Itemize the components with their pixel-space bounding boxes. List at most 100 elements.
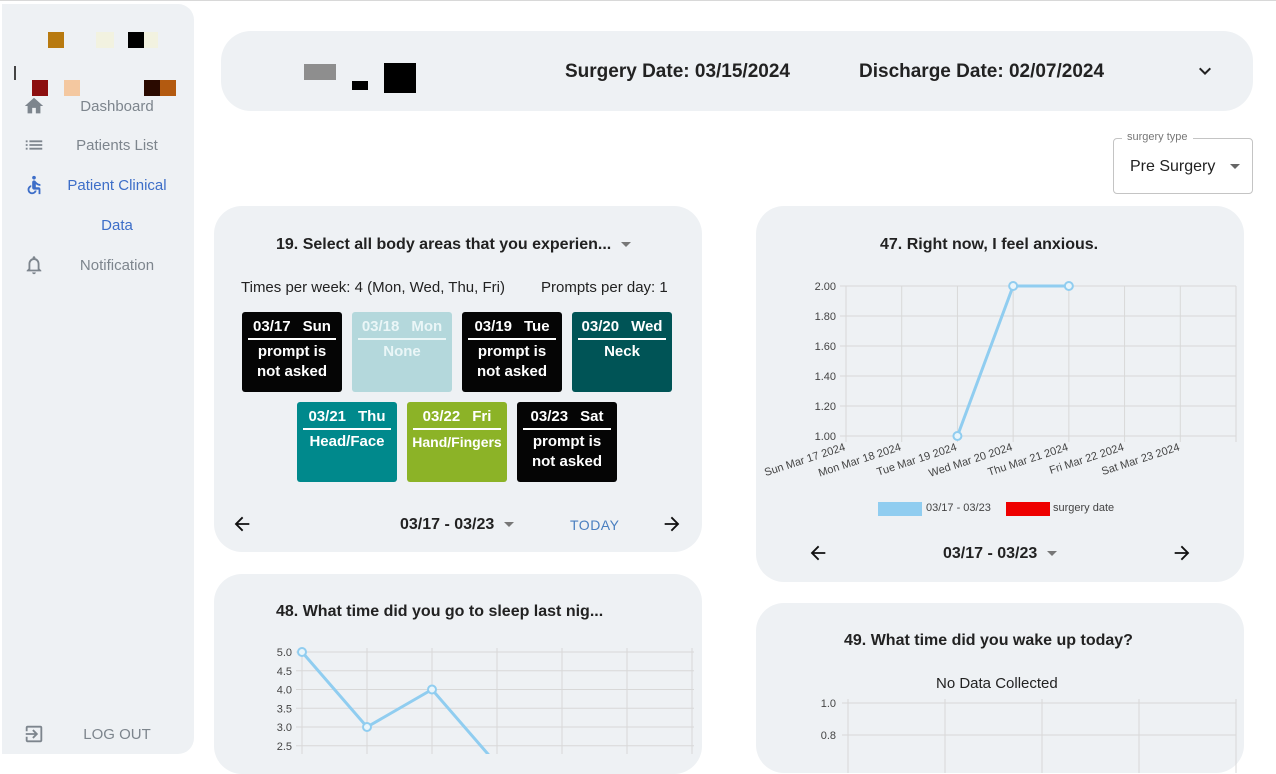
logout-icon bbox=[22, 722, 46, 746]
day-tile-mon[interactable]: 03/18 Mon None bbox=[352, 312, 452, 392]
question-card-48: 48. What time did you go to sleep last n… bbox=[214, 574, 702, 774]
data-point bbox=[1008, 281, 1019, 291]
day-tile-thu[interactable]: 03/21 Thu Head/Face bbox=[297, 402, 397, 482]
y-tick-label: 0.8 bbox=[821, 730, 836, 742]
day-answer: Neck bbox=[604, 343, 640, 360]
day-tile-tue[interactable]: 03/19 Tue prompt is not asked bbox=[462, 312, 562, 392]
day-answer: prompt is bbox=[257, 343, 327, 360]
data-point bbox=[427, 684, 437, 695]
wake-time-line-chart: 1.0 0.8 bbox=[821, 698, 1237, 773]
question-title: 47. Right now, I feel anxious. bbox=[880, 236, 1099, 253]
sidebar-item-label: Dashboard bbox=[80, 97, 154, 115]
y-tick-label: 5.0 bbox=[277, 647, 292, 659]
y-tick-label: 1.20 bbox=[815, 401, 836, 413]
logout-label: LOG OUT bbox=[83, 725, 151, 743]
question-title: 48. What time did you go to sleep last n… bbox=[276, 603, 604, 620]
day-of-week: Tue bbox=[523, 318, 550, 335]
caret-down-icon bbox=[1230, 164, 1240, 169]
day-answer: Head/Face bbox=[309, 433, 385, 450]
logout-button[interactable]: LOG OUT bbox=[2, 714, 192, 754]
y-tick-label: 4.5 bbox=[277, 666, 292, 678]
accessibility-icon bbox=[22, 173, 46, 197]
sleep-time-line-chart: 5.0 4.5 4.0 3.5 3.0 2.5 bbox=[277, 647, 694, 754]
y-tick-label: 3.5 bbox=[277, 703, 292, 715]
y-tick-label: 2.00 bbox=[815, 281, 836, 293]
series-line bbox=[300, 651, 490, 754]
window-top-border bbox=[0, 0, 1276, 3]
data-point bbox=[952, 431, 963, 441]
day-date: 03/23 bbox=[530, 408, 569, 425]
y-tick-label: 1.60 bbox=[815, 341, 836, 353]
question-card-19: 19. Select all body areas that you exper… bbox=[214, 206, 702, 552]
sidebar-item-patient-clinical-data[interactable]: Patient Clinical Data bbox=[2, 165, 192, 245]
day-tile-sun[interactable]: 03/17 Sun prompt is not asked bbox=[242, 312, 342, 392]
sidebar-item-patients-list[interactable]: Patients List bbox=[2, 125, 192, 165]
data-point bbox=[297, 647, 307, 657]
legend-label-surgery: surgery date bbox=[1053, 502, 1115, 514]
prompts-per-day: Prompts per day: 1 bbox=[541, 279, 668, 296]
surgery-type-select[interactable]: surgery type Pre Surgery bbox=[1113, 131, 1253, 194]
caret-down-icon bbox=[504, 522, 515, 528]
legend-label-week: 03/17 - 03/23 bbox=[926, 502, 991, 514]
arrow-left-icon[interactable] bbox=[807, 542, 829, 564]
y-tick-label: 4.0 bbox=[277, 685, 292, 697]
sidebar-item-label: Notification bbox=[79, 256, 155, 274]
data-point bbox=[362, 722, 372, 732]
day-of-week: Sat bbox=[580, 408, 604, 425]
y-tick-label: 1.40 bbox=[815, 371, 836, 383]
chevron-down-icon[interactable] bbox=[1193, 59, 1217, 83]
day-answer-cont: not asked bbox=[476, 363, 548, 380]
question-card-49: 49. What time did you wake up today? No … bbox=[756, 603, 1244, 773]
day-date: 03/17 bbox=[253, 318, 291, 335]
day-tile-sat[interactable]: 03/23 Sat prompt is not asked bbox=[517, 402, 617, 482]
no-data-message: No Data Collected bbox=[936, 675, 1058, 692]
sidebar-item-notification[interactable]: Notification bbox=[2, 245, 192, 285]
day-date: 03/19 bbox=[474, 318, 512, 335]
sidebar: Dashboard Patients List Patient Clinical… bbox=[2, 4, 194, 754]
day-date: 03/20 bbox=[581, 318, 620, 335]
day-of-week: Fri bbox=[472, 408, 492, 425]
surgery-type-value: Pre Surgery bbox=[1130, 158, 1216, 175]
caret-down-icon bbox=[621, 242, 632, 248]
sidebar-item-label: Patient Clinical bbox=[67, 177, 167, 194]
y-tick-label: 1.0 bbox=[821, 698, 836, 710]
week-range: 03/17 - 03/23 bbox=[943, 545, 1038, 562]
bell-icon bbox=[22, 253, 46, 277]
sidebar-item-label: Patients List bbox=[76, 136, 158, 154]
surgery-type-legend: surgery type bbox=[1122, 131, 1193, 143]
patient-header: Surgery Date: 03/15/2024 Discharge Date:… bbox=[221, 31, 1253, 111]
anxiety-line-chart: 2.001.801.601.401.201.00Sun Mar 17 2024M… bbox=[763, 281, 1237, 480]
day-answer: None bbox=[383, 343, 421, 360]
arrow-right-icon[interactable] bbox=[661, 513, 683, 535]
question-title-dropdown[interactable]: 19. Select all body areas that you exper… bbox=[276, 236, 632, 254]
legend-swatch-week bbox=[878, 502, 922, 516]
y-tick-label: 1.80 bbox=[815, 311, 836, 323]
day-of-week: Mon bbox=[411, 318, 443, 335]
day-date: 03/18 bbox=[361, 318, 400, 335]
day-tile-fri[interactable]: 03/22 Fri Hand/Fingers bbox=[407, 402, 507, 482]
day-answer-cont: not asked bbox=[256, 363, 328, 380]
arrow-left-icon[interactable] bbox=[231, 513, 253, 535]
list-icon bbox=[22, 133, 46, 157]
sidebar-item-dashboard[interactable]: Dashboard bbox=[2, 86, 192, 126]
day-tile-wed[interactable]: 03/20 Wed Neck bbox=[572, 312, 672, 392]
sidebar-item-label-cont: Data bbox=[101, 217, 133, 234]
day-answer: Hand/Fingers bbox=[412, 434, 502, 450]
day-answer: prompt is bbox=[532, 433, 602, 450]
question-title: 19. Select all body areas that you exper… bbox=[276, 236, 612, 253]
caret-down-icon bbox=[1047, 551, 1058, 557]
day-answer-cont: not asked bbox=[531, 453, 603, 470]
day-date: 03/22 bbox=[422, 408, 461, 425]
question-card-47: 47. Right now, I feel anxious. 2.00 1.80 1… bbox=[756, 206, 1244, 582]
week-range-dropdown[interactable]: 03/17 - 03/23 bbox=[943, 545, 1058, 563]
question-title: 49. What time did you wake up today? bbox=[844, 632, 1133, 649]
day-of-week: Wed bbox=[631, 318, 663, 335]
arrow-right-icon[interactable] bbox=[1171, 542, 1193, 564]
y-tick-label: 2.5 bbox=[277, 741, 292, 753]
day-of-week: Thu bbox=[358, 408, 386, 425]
y-tick-label: 1.00 bbox=[815, 431, 836, 443]
discharge-date: Discharge Date: 02/07/2024 bbox=[859, 61, 1105, 82]
home-icon bbox=[22, 94, 46, 118]
week-range-dropdown[interactable]: 03/17 - 03/23 bbox=[400, 516, 515, 534]
today-button[interactable]: TODAY bbox=[570, 517, 619, 533]
